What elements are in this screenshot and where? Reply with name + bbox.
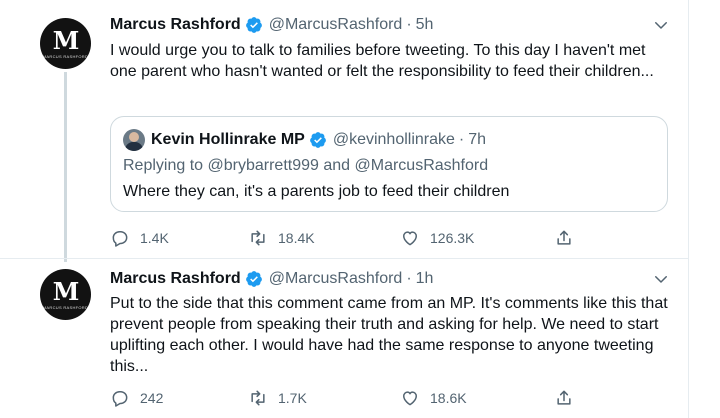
action-bar: 242 1.7K 18.6K	[110, 388, 670, 408]
timestamp[interactable]: 1h	[416, 270, 434, 288]
replying-to-label: Replying to	[123, 157, 204, 174]
like-count: 18.6K	[430, 390, 467, 406]
avatar[interactable]: M MARCUS RASHFORD	[40, 18, 91, 69]
chevron-down-icon[interactable]	[652, 270, 670, 288]
verified-badge-icon	[245, 17, 262, 33]
tweet-header: Marcus Rashford @MarcusRashford · 1h	[110, 268, 433, 290]
chevron-down-icon[interactable]	[652, 16, 670, 34]
heart-icon	[403, 231, 417, 246]
quoted-tweet-text: Where they can, it's a parents job to fe…	[123, 183, 510, 200]
avatar-monogram: M	[52, 277, 80, 306]
like-button[interactable]: 126.3K	[400, 228, 474, 248]
timestamp[interactable]: 7h	[468, 131, 486, 149]
reply-icon	[112, 391, 128, 407]
reply-button[interactable]: 242	[110, 388, 163, 408]
author-handle[interactable]: @MarcusRashford	[269, 270, 403, 288]
retweet-icon	[251, 390, 265, 406]
reply-icon	[112, 231, 128, 247]
verified-badge-icon	[309, 132, 326, 148]
share-icon	[557, 390, 571, 405]
share-button[interactable]	[554, 228, 584, 248]
retweet-button[interactable]: 18.4K	[248, 228, 315, 248]
column-border	[688, 0, 689, 418]
reply-count: 242	[140, 390, 164, 406]
author-name[interactable]: Marcus Rashford	[110, 16, 241, 34]
share-icon	[557, 230, 571, 245]
reply-button[interactable]: 1.4K	[110, 228, 169, 248]
avatar-caption: MARCUS RASHFORD	[42, 305, 89, 310]
avatar-monogram: M	[52, 26, 80, 55]
timeline: M MARCUS RASHFORD Marcus Rashford @Marcu…	[0, 0, 720, 418]
retweet-count: 1.7K	[278, 390, 307, 406]
quoted-tweet-header: Kevin Hollinrake MP @kevinhollinrake · 7…	[151, 129, 486, 151]
heart-icon	[403, 391, 417, 406]
author-handle[interactable]: @kevinhollinrake	[333, 131, 455, 149]
avatar[interactable]	[123, 129, 145, 151]
author-name[interactable]: Marcus Rashford	[110, 270, 241, 288]
author-name[interactable]: Kevin Hollinrake MP	[151, 131, 305, 149]
quoted-tweet[interactable]: Kevin Hollinrake MP @kevinhollinrake · 7…	[110, 116, 668, 212]
retweet-icon	[251, 230, 265, 246]
like-count: 126.3K	[430, 230, 475, 246]
separator-dot: ·	[458, 131, 465, 148]
timestamp[interactable]: 5h	[416, 16, 434, 34]
action-bar: 1.4K 18.4K 126.3K	[110, 228, 670, 248]
replying-to-handles[interactable]: @brybarrett999 and @MarcusRashford	[208, 157, 489, 174]
separator-dot: ·	[406, 16, 412, 33]
retweet-button[interactable]: 1.7K	[248, 388, 307, 408]
share-button[interactable]	[554, 388, 584, 408]
tweet[interactable]: M MARCUS RASHFORD Marcus Rashford @Marcu…	[0, 0, 688, 262]
thread-line	[64, 72, 67, 262]
tweet-header: Marcus Rashford @MarcusRashford · 5h	[110, 14, 433, 36]
separator-dot: ·	[406, 270, 412, 287]
retweet-count: 18.4K	[278, 230, 315, 246]
avatar-caption: MARCUS RASHFORD	[42, 54, 89, 59]
replying-to: Replying to @brybarrett999 and @MarcusRa…	[123, 157, 488, 175]
avatar[interactable]: M MARCUS RASHFORD	[40, 269, 91, 320]
tweet-text: I would urge you to talk to families bef…	[110, 42, 654, 80]
verified-badge-icon	[245, 271, 262, 287]
like-button[interactable]: 18.6K	[400, 388, 467, 408]
reply-count: 1.4K	[140, 230, 169, 246]
author-handle[interactable]: @MarcusRashford	[269, 16, 403, 34]
tweet-text: Put to the side that this comment came f…	[110, 295, 668, 375]
tweet[interactable]: M MARCUS RASHFORD Marcus Rashford @Marcu…	[0, 259, 688, 418]
